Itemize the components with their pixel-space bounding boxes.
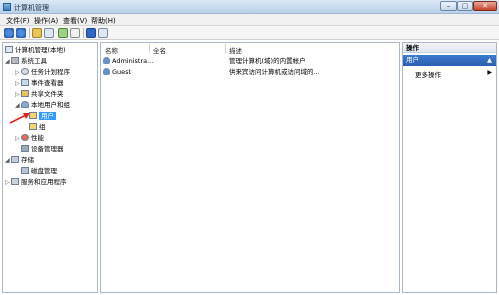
table-cell-description: 供来宾访问计算机或访问域的...: [229, 68, 320, 76]
column-header-name[interactable]: 名称: [105, 45, 118, 55]
toolbar: [0, 26, 499, 40]
tree-item-root[interactable]: 计算机管理(本地): [5, 45, 66, 55]
up-folder-icon[interactable]: [32, 28, 42, 38]
menu-view[interactable]: 查看(V): [63, 16, 87, 26]
show-hide-tree-icon[interactable]: [44, 28, 54, 38]
window-title: 计算机管理: [14, 4, 49, 12]
user-icon: [103, 68, 110, 75]
tree-item-system-tools[interactable]: ◢ 系统工具: [5, 56, 47, 66]
tree-item-disk-management[interactable]: 磁盘管理: [21, 166, 57, 176]
services-icon: [11, 178, 19, 185]
actions-header: 操作: [403, 43, 496, 53]
chevron-up-icon[interactable]: ▲: [487, 55, 492, 66]
tools-icon: [11, 57, 19, 64]
actions-pane: 操作 用户 ▲ 更多操作 ▶: [402, 42, 497, 293]
annotation-arrow-icon: [9, 113, 30, 124]
forward-icon[interactable]: [16, 28, 26, 38]
minimize-button[interactable]: –: [440, 1, 457, 11]
shared-folder-icon: [21, 90, 29, 97]
help-icon[interactable]: [86, 28, 96, 38]
menu-help[interactable]: 帮助(H): [91, 16, 116, 26]
toolbar-separator: [29, 28, 30, 38]
table-row[interactable]: Administra...: [103, 56, 153, 66]
tree-item-users[interactable]: 用户: [29, 111, 56, 121]
user-list: 名称 全名 描述 Administra... 管理计算机(域)的内置帐户 Gue…: [100, 42, 400, 293]
tree-item-performance[interactable]: ▷ 性能: [15, 133, 44, 143]
menu-bar: 文件(F) 操作(A) 查看(V) 帮助(H): [0, 14, 499, 26]
clock-icon: [21, 68, 29, 75]
actions-group-users[interactable]: 用户 ▲: [403, 55, 496, 66]
computer-icon: [5, 46, 13, 53]
tree-item-services-apps[interactable]: ▷ 服务和应用程序: [5, 177, 67, 187]
actions-group-label: 用户: [406, 56, 419, 64]
computer-management-icon: [3, 3, 11, 11]
tree-item-local-users-groups[interactable]: ◢ 本地用户和组: [15, 100, 70, 110]
maximize-button[interactable]: ▢: [457, 1, 473, 11]
menu-action[interactable]: 操作(A): [34, 16, 58, 26]
table-row[interactable]: Guest: [103, 67, 131, 77]
navigation-tree: 计算机管理(本地) ◢ 系统工具 ▷ 任务计划程序 ▷ 事件查看器 ▷ 共享文件夹 ◢ 本…: [2, 42, 98, 293]
tree-item-groups[interactable]: 组: [29, 122, 46, 132]
more-actions-link[interactable]: 更多操作: [415, 69, 441, 79]
column-header-description[interactable]: 描述: [229, 45, 242, 55]
device-manager-icon: [21, 145, 29, 152]
menu-file[interactable]: 文件(F): [6, 16, 30, 26]
tree-item-event-viewer[interactable]: ▷ 事件查看器: [15, 78, 64, 88]
export-icon[interactable]: [70, 28, 80, 38]
disk-icon: [21, 167, 29, 174]
table-cell-description: 管理计算机(域)的内置帐户: [229, 57, 306, 65]
column-divider[interactable]: [149, 44, 150, 53]
expand-icon[interactable]: ▷: [15, 134, 21, 144]
event-viewer-icon: [21, 79, 29, 86]
chevron-right-icon[interactable]: ▶: [487, 69, 492, 76]
column-divider[interactable]: [225, 44, 226, 53]
close-button[interactable]: ✕: [473, 1, 497, 11]
back-icon[interactable]: [4, 28, 14, 38]
refresh-icon[interactable]: [58, 28, 68, 38]
tree-item-device-manager[interactable]: 设备管理器: [21, 144, 64, 154]
properties-icon[interactable]: [98, 28, 108, 38]
column-header-fullname[interactable]: 全名: [153, 45, 166, 55]
users-group-icon: [21, 101, 29, 108]
toolbar-separator: [83, 28, 84, 38]
user-icon: [103, 57, 110, 64]
performance-icon: [21, 134, 29, 141]
tree-item-storage[interactable]: ◢ 存储: [5, 155, 34, 165]
tree-item-task-scheduler[interactable]: ▷ 任务计划程序: [15, 67, 70, 77]
expand-icon[interactable]: ▷: [15, 68, 21, 78]
storage-icon: [11, 156, 19, 163]
tree-item-shared-folders[interactable]: ▷ 共享文件夹: [15, 89, 64, 99]
title-bar: 计算机管理 – ▢ ✕: [0, 0, 499, 14]
